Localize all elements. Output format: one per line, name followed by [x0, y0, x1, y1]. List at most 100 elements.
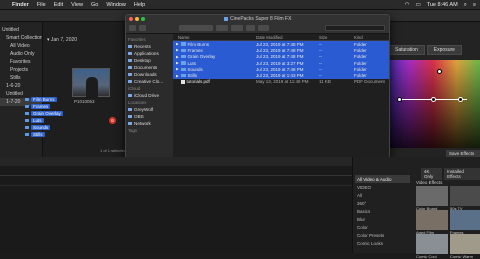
column-kind[interactable]: Kind	[354, 35, 384, 40]
clip-thumbnail[interactable]	[72, 68, 110, 98]
disclosure-triangle-icon[interactable]: ▶	[176, 42, 179, 46]
menu-view[interactable]: View	[71, 2, 83, 8]
library-item[interactable]: Projects	[0, 66, 42, 74]
color-puck-left[interactable]	[397, 97, 402, 102]
view-mode-buttons[interactable]	[179, 25, 213, 31]
file-row[interactable]: tutorials.pdf May 13, 2019 at 11:48 PM 11 …	[173, 79, 389, 85]
column-headers: Name Date Modified Size Kind	[173, 34, 389, 41]
effects-category[interactable]: Color	[355, 223, 410, 231]
pdf-file-icon	[181, 79, 185, 85]
column-size[interactable]: Size	[319, 35, 354, 40]
back-button[interactable]	[129, 25, 136, 31]
file-kind: Folder	[354, 73, 367, 79]
forward-button[interactable]	[139, 25, 146, 31]
library-item[interactable]: All Video	[0, 42, 42, 50]
library-item[interactable]: Untitled	[0, 26, 42, 34]
file-row[interactable]: ▶ Luts Jul 23, 2019 at 3:27 PM -- Folder	[173, 59, 389, 67]
file-row[interactable]: ▶ Sounds Jul 23, 2019 at 7:48 PM -- Folder	[173, 66, 389, 73]
tab-installed-effects[interactable]: Installed Effects	[444, 168, 480, 180]
file-name-cell: ▶ Stills	[173, 73, 256, 78]
file-row[interactable]: ▶ Frames Jul 23, 2019 at 7:48 PM -- Folder	[173, 47, 389, 54]
library-item[interactable]: Favorites	[0, 58, 42, 66]
effects-category[interactable]: Color Presets	[355, 231, 410, 239]
wifi-icon[interactable]: ◠	[405, 2, 410, 8]
sidebar-item-icloud-drive[interactable]: iCloud Drive	[128, 92, 173, 99]
library-item-label: 1-6-20	[6, 83, 21, 89]
library-item[interactable]: Stills	[0, 74, 42, 82]
share-button[interactable]	[246, 25, 255, 31]
disclosure-triangle-icon[interactable]: ▶	[176, 74, 179, 78]
color-puck-mid[interactable]	[458, 97, 463, 102]
sidebar-item-creative-clo[interactable]: Creative Clo...	[128, 78, 173, 85]
drag-item-label: Luts	[31, 117, 44, 123]
effects-category[interactable]: All Video & Audio	[355, 175, 410, 183]
sidebar-item-recents[interactable]: Recents	[128, 43, 173, 50]
effect-thumbnail[interactable]: Color Board	[416, 186, 448, 211]
sidebar-item-desktop[interactable]: Desktop	[128, 57, 173, 64]
sidebar-item-label: Recents	[134, 44, 151, 49]
library-item[interactable]: 1-6-20	[0, 82, 42, 90]
disclosure-triangle-icon[interactable]: ▶	[176, 67, 179, 71]
menu-window[interactable]: Window	[106, 2, 126, 8]
file-row[interactable]: ▶ Grain Overlay Jul 23, 2019 at 7:48 PM -- F…	[173, 53, 389, 60]
sidebar-item-applications[interactable]: Applications	[128, 50, 173, 57]
favorites-header: Favorites	[128, 37, 146, 42]
effects-category[interactable]: Blur	[355, 215, 410, 223]
tab-4k-only[interactable]: 4K Only	[421, 168, 443, 180]
locations-header: Locations	[128, 100, 147, 105]
file-name-cell: ▶ Film Burns	[173, 42, 256, 47]
disclosure-triangle-icon[interactable]: ▶	[176, 55, 179, 59]
sidebar-item-obs[interactable]: OBS	[128, 113, 173, 120]
effect-thumbnail[interactable]: Comic Warm	[450, 234, 480, 259]
effects-category[interactable]: 360°	[355, 199, 410, 207]
tab-exposure[interactable]: Exposure	[426, 45, 462, 55]
effects-category[interactable]: Comic Looks	[355, 239, 410, 247]
menubar-clock[interactable]: Tue 8:46 AM	[427, 2, 458, 8]
menu-file[interactable]: File	[37, 2, 46, 8]
color-board[interactable]	[386, 60, 480, 148]
finder-titlebar: CinePacks Super 8 Film FX	[126, 15, 389, 23]
library-item[interactable]: Audio Only	[0, 50, 42, 58]
color-puck-right[interactable]	[431, 97, 436, 102]
close-button[interactable]	[129, 17, 133, 21]
menu-list-icon[interactable]: ≡	[473, 2, 476, 8]
disclosure-triangle-icon[interactable]: ▶	[176, 48, 179, 52]
menu-help[interactable]: Help	[134, 2, 145, 8]
effect-thumbnail[interactable]: 50s TV	[450, 186, 480, 211]
effect-thumbnail[interactable]: Aged Film	[416, 210, 448, 235]
file-name: Luts	[187, 60, 197, 66]
folder-icon	[25, 132, 29, 136]
sidebar-item-downloads[interactable]: Downloads	[128, 71, 173, 78]
finder-search-field[interactable]	[325, 25, 385, 31]
minimize-button[interactable]	[135, 17, 139, 21]
zoom-button[interactable]	[141, 17, 145, 21]
disclosure-triangle-icon[interactable]: ▶	[176, 61, 179, 65]
file-row[interactable]: ▶ Film Burns Jul 23, 2019 at 7:48 PM -- Fold…	[173, 41, 389, 48]
tags-header: Tags	[128, 128, 138, 133]
effects-category[interactable]: VIDEO	[355, 183, 410, 191]
sidebar-item-documents[interactable]: Documents	[128, 64, 173, 71]
timeline-ruler[interactable]	[0, 170, 352, 176]
effect-thumbnail[interactable]: Comic Cool	[416, 234, 448, 259]
effect-thumbnail[interactable]: Frames	[450, 210, 480, 235]
color-puck-top[interactable]	[437, 69, 442, 74]
action-button[interactable]	[231, 25, 243, 31]
group-button[interactable]	[216, 25, 228, 31]
effects-category[interactable]: Basics	[355, 207, 410, 215]
file-row[interactable]: ▶ Stills Jul 23, 2019 at 1:43 PM -- Folder	[173, 72, 389, 79]
menu-go[interactable]: Go	[91, 2, 98, 8]
column-name[interactable]: Name	[173, 35, 256, 40]
tags-button[interactable]	[258, 25, 269, 31]
sidebar-item-greywolf[interactable]: GreyWolf	[128, 106, 173, 113]
sidebar-item-network[interactable]: Network	[128, 120, 173, 127]
effects-category[interactable]: All	[355, 191, 410, 199]
menu-edit[interactable]: Edit	[54, 2, 63, 8]
finder-sidebar: Favorites Recents Applications Desktop Docum…	[126, 34, 173, 168]
menu-finder[interactable]: Finder	[12, 2, 29, 8]
tab-saturation[interactable]: Saturation	[388, 45, 425, 55]
sidebar-item-icon	[128, 44, 132, 49]
column-date-modified[interactable]: Date Modified	[256, 35, 319, 40]
search-icon[interactable]: ⌕	[464, 2, 467, 9]
library-item[interactable]: Smart Collections	[0, 34, 42, 42]
battery-icon[interactable]: ▭	[416, 2, 421, 8]
